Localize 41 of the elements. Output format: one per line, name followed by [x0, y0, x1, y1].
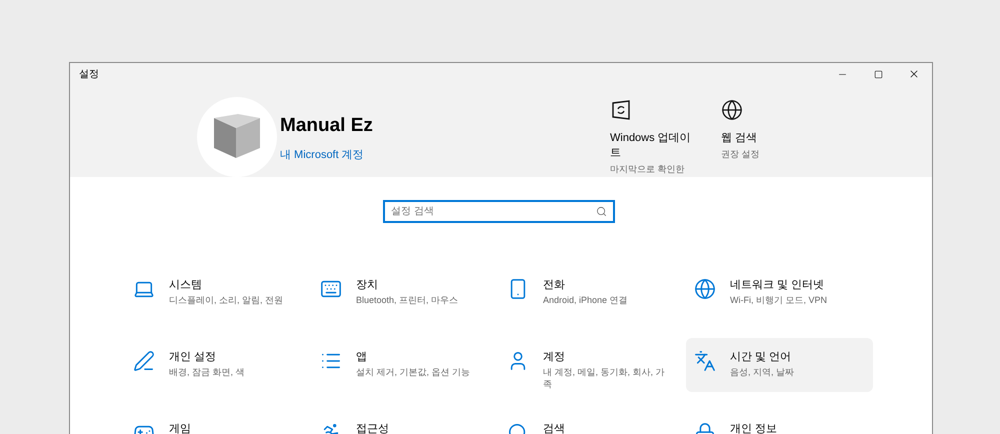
keyboard-icon: [320, 278, 342, 300]
category-title: 전화: [543, 278, 566, 292]
quick-link[interactable]: 웹 검색 권장 설정: [721, 97, 821, 177]
category-title: 계정: [543, 350, 566, 364]
category-subtitle: 배경, 잠금 화면, 색: [169, 366, 246, 378]
category-title: 장치: [356, 278, 379, 292]
pen-icon: [133, 350, 155, 372]
category-title: 개인 정보: [730, 422, 778, 434]
category-subtitle: 디스플레이, 소리, 알림, 전원: [169, 294, 284, 306]
category-title: 시스템: [169, 278, 203, 292]
maximize-icon: [874, 70, 882, 78]
window-title: 설정: [79, 68, 99, 82]
search-input: 설정 검색: [391, 204, 596, 219]
globe-icon: [694, 278, 716, 300]
category-subtitle: 내 계정, 메일, 동기화, 회사, 가족: [543, 366, 666, 390]
quick-link-subtitle: 권장 설정: [721, 148, 761, 160]
update-icon: [610, 99, 632, 121]
category-item[interactable]: 시간 및 언어 음성, 지역, 날짜: [686, 338, 873, 392]
category-subtitle: Wi-Fi, 비행기 모드, VPN: [730, 294, 828, 306]
account-name: Manual Ez: [280, 114, 374, 138]
category-title: 네트워크 및 인터넷: [730, 278, 826, 292]
category-title: 앱: [356, 350, 368, 364]
category-subtitle: Android, iPhone 연결: [543, 294, 629, 306]
quick-link-subtitle: 마지막으로 확인한: [610, 163, 686, 175]
quick-link-title: Windows 업데이트: [610, 131, 692, 161]
category-title: 개인 설정: [169, 350, 218, 364]
category-subtitle: Bluetooth, 프린터, 마우스: [356, 294, 460, 306]
category-title: 접근성: [356, 422, 389, 434]
quick-link-title: 웹 검색: [721, 131, 758, 146]
category-title: 검색: [543, 422, 565, 434]
search-field[interactable]: 설정 검색: [383, 200, 615, 223]
category-title: 게임: [169, 422, 191, 434]
close-icon: [908, 68, 920, 80]
globe-icon: [721, 99, 743, 121]
search-icon: [596, 206, 607, 217]
quick-link[interactable]: Windows 업데이트 마지막으로 확인한: [610, 97, 721, 177]
category-title: 시간 및 언어: [730, 350, 792, 364]
category-subtitle: 음성, 지역, 날짜: [730, 366, 796, 378]
category-subtitle: 설치 제거, 기본값, 옵션 기능: [356, 366, 472, 378]
language-icon: [694, 350, 716, 372]
account-link[interactable]: 내 Microsoft 계정: [280, 147, 610, 164]
